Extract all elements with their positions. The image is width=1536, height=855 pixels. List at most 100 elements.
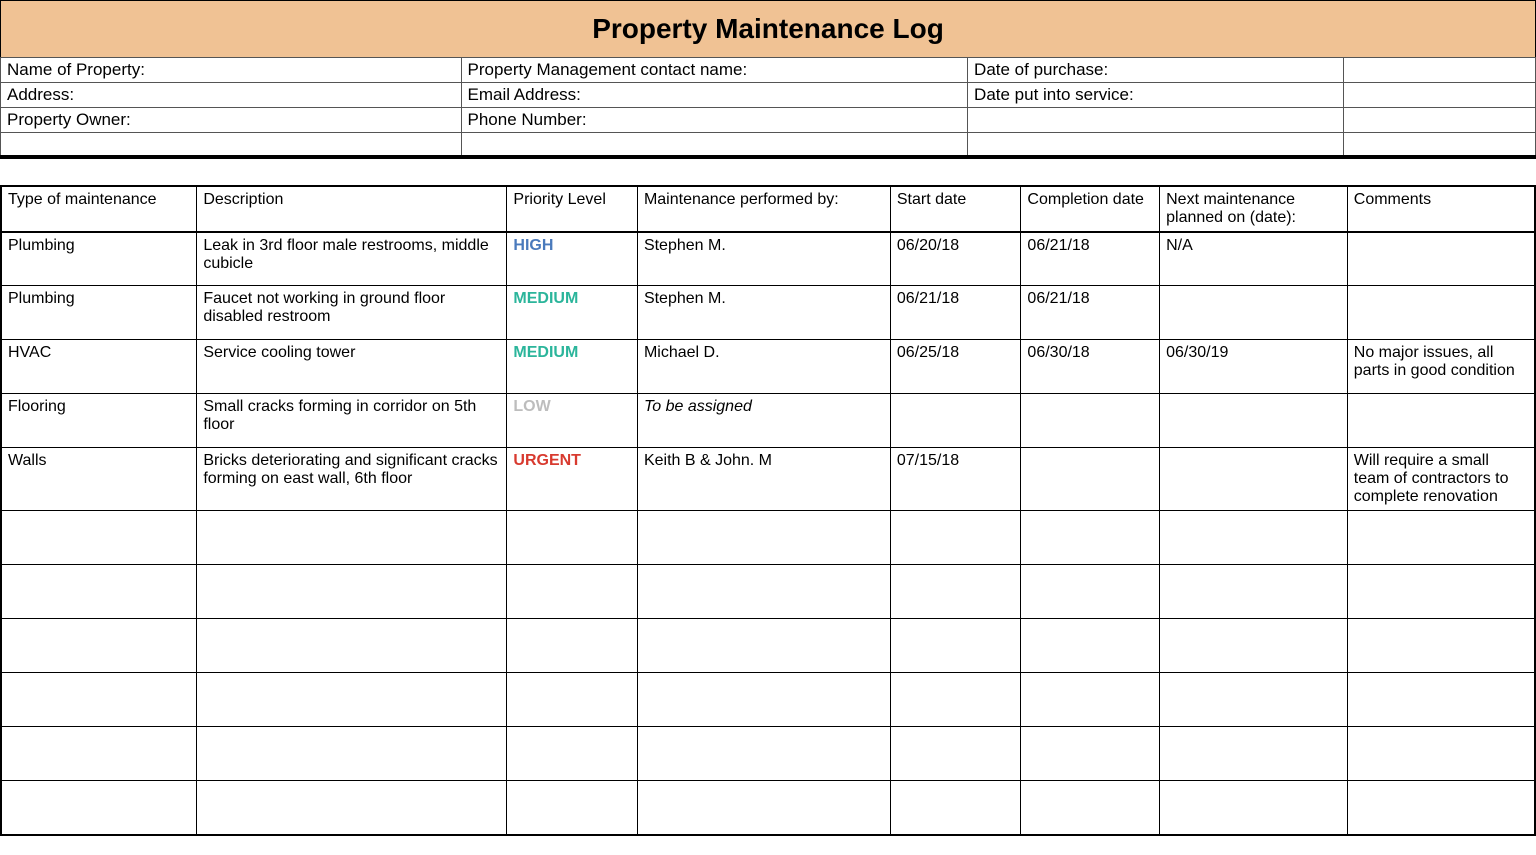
cell-performed-by[interactable]: To be assigned xyxy=(637,394,890,448)
cell-start-date[interactable] xyxy=(890,394,1021,448)
cell-start-date[interactable]: 07/15/18 xyxy=(890,448,1021,511)
info-blank[interactable] xyxy=(1,133,462,157)
cell-description[interactable]: Bricks deteriorating and significant cra… xyxy=(197,448,507,511)
cell-empty[interactable] xyxy=(1347,619,1535,673)
info-blank[interactable] xyxy=(1344,133,1536,157)
info-blank[interactable] xyxy=(1344,58,1536,83)
cell-empty[interactable] xyxy=(1,727,197,781)
cell-empty[interactable] xyxy=(197,727,507,781)
info-date-of-purchase[interactable]: Date of purchase: xyxy=(968,58,1344,83)
cell-start-date[interactable]: 06/21/18 xyxy=(890,286,1021,340)
info-blank[interactable] xyxy=(968,133,1344,157)
cell-empty[interactable] xyxy=(890,781,1021,835)
cell-empty[interactable] xyxy=(637,673,890,727)
info-owner[interactable]: Property Owner: xyxy=(1,108,462,133)
cell-empty[interactable] xyxy=(197,511,507,565)
cell-empty[interactable] xyxy=(507,727,638,781)
cell-type[interactable]: Plumbing xyxy=(1,232,197,286)
cell-empty[interactable] xyxy=(507,619,638,673)
cell-empty[interactable] xyxy=(197,565,507,619)
cell-type[interactable]: Walls xyxy=(1,448,197,511)
info-email[interactable]: Email Address: xyxy=(461,83,968,108)
cell-empty[interactable] xyxy=(890,727,1021,781)
cell-empty[interactable] xyxy=(1,781,197,835)
cell-type[interactable]: Flooring xyxy=(1,394,197,448)
cell-empty[interactable] xyxy=(1347,673,1535,727)
cell-empty[interactable] xyxy=(1160,511,1348,565)
cell-priority[interactable]: MEDIUM xyxy=(507,286,638,340)
cell-empty[interactable] xyxy=(1021,565,1160,619)
cell-empty[interactable] xyxy=(197,673,507,727)
cell-empty[interactable] xyxy=(507,511,638,565)
cell-empty[interactable] xyxy=(1021,727,1160,781)
cell-next-maintenance[interactable] xyxy=(1160,286,1348,340)
cell-empty[interactable] xyxy=(197,781,507,835)
cell-empty[interactable] xyxy=(1,619,197,673)
cell-completion-date[interactable]: 06/30/18 xyxy=(1021,340,1160,394)
info-blank[interactable] xyxy=(1344,108,1536,133)
cell-next-maintenance[interactable] xyxy=(1160,448,1348,511)
cell-comments[interactable]: Will require a small team of contractors… xyxy=(1347,448,1535,511)
cell-performed-by[interactable]: Keith B & John. M xyxy=(637,448,890,511)
cell-start-date[interactable]: 06/25/18 xyxy=(890,340,1021,394)
cell-performed-by[interactable]: Michael D. xyxy=(637,340,890,394)
cell-empty[interactable] xyxy=(507,565,638,619)
cell-completion-date[interactable]: 06/21/18 xyxy=(1021,232,1160,286)
cell-priority[interactable]: LOW xyxy=(507,394,638,448)
cell-empty[interactable] xyxy=(1347,781,1535,835)
cell-empty[interactable] xyxy=(1,565,197,619)
cell-empty[interactable] xyxy=(1,511,197,565)
info-address[interactable]: Address: xyxy=(1,83,462,108)
cell-empty[interactable] xyxy=(890,619,1021,673)
cell-empty[interactable] xyxy=(890,565,1021,619)
info-date-service[interactable]: Date put into service: xyxy=(968,83,1344,108)
cell-description[interactable]: Leak in 3rd floor male restrooms, middle… xyxy=(197,232,507,286)
cell-performed-by[interactable]: Stephen M. xyxy=(637,232,890,286)
cell-empty[interactable] xyxy=(1,673,197,727)
cell-comments[interactable] xyxy=(1347,232,1535,286)
cell-priority[interactable]: HIGH xyxy=(507,232,638,286)
info-phone[interactable]: Phone Number: xyxy=(461,108,968,133)
info-contact-name[interactable]: Property Management contact name: xyxy=(461,58,968,83)
cell-type[interactable]: HVAC xyxy=(1,340,197,394)
cell-empty[interactable] xyxy=(637,565,890,619)
cell-empty[interactable] xyxy=(1021,511,1160,565)
cell-empty[interactable] xyxy=(1347,565,1535,619)
cell-empty[interactable] xyxy=(637,727,890,781)
cell-empty[interactable] xyxy=(637,511,890,565)
cell-performed-by[interactable]: Stephen M. xyxy=(637,286,890,340)
cell-empty[interactable] xyxy=(1021,619,1160,673)
cell-empty[interactable] xyxy=(1160,565,1348,619)
cell-empty[interactable] xyxy=(1347,511,1535,565)
cell-description[interactable]: Small cracks forming in corridor on 5th … xyxy=(197,394,507,448)
cell-next-maintenance[interactable]: 06/30/19 xyxy=(1160,340,1348,394)
cell-empty[interactable] xyxy=(507,781,638,835)
cell-type[interactable]: Plumbing xyxy=(1,286,197,340)
cell-completion-date[interactable] xyxy=(1021,394,1160,448)
cell-empty[interactable] xyxy=(1160,727,1348,781)
cell-empty[interactable] xyxy=(197,619,507,673)
cell-completion-date[interactable]: 06/21/18 xyxy=(1021,286,1160,340)
cell-priority[interactable]: MEDIUM xyxy=(507,340,638,394)
cell-priority[interactable]: URGENT xyxy=(507,448,638,511)
info-blank[interactable] xyxy=(1344,83,1536,108)
cell-empty[interactable] xyxy=(507,673,638,727)
cell-start-date[interactable]: 06/20/18 xyxy=(890,232,1021,286)
cell-empty[interactable] xyxy=(637,619,890,673)
info-name-of-property[interactable]: Name of Property: xyxy=(1,58,462,83)
cell-empty[interactable] xyxy=(1021,781,1160,835)
cell-description[interactable]: Faucet not working in ground floor disab… xyxy=(197,286,507,340)
cell-empty[interactable] xyxy=(1160,673,1348,727)
cell-next-maintenance[interactable] xyxy=(1160,394,1348,448)
cell-comments[interactable]: No major issues, all parts in good condi… xyxy=(1347,340,1535,394)
cell-empty[interactable] xyxy=(890,511,1021,565)
cell-empty[interactable] xyxy=(1160,619,1348,673)
cell-empty[interactable] xyxy=(1160,781,1348,835)
cell-next-maintenance[interactable]: N/A xyxy=(1160,232,1348,286)
cell-comments[interactable] xyxy=(1347,286,1535,340)
cell-completion-date[interactable] xyxy=(1021,448,1160,511)
info-blank[interactable] xyxy=(461,133,968,157)
cell-description[interactable]: Service cooling tower xyxy=(197,340,507,394)
cell-empty[interactable] xyxy=(890,673,1021,727)
info-blank[interactable] xyxy=(968,108,1344,133)
